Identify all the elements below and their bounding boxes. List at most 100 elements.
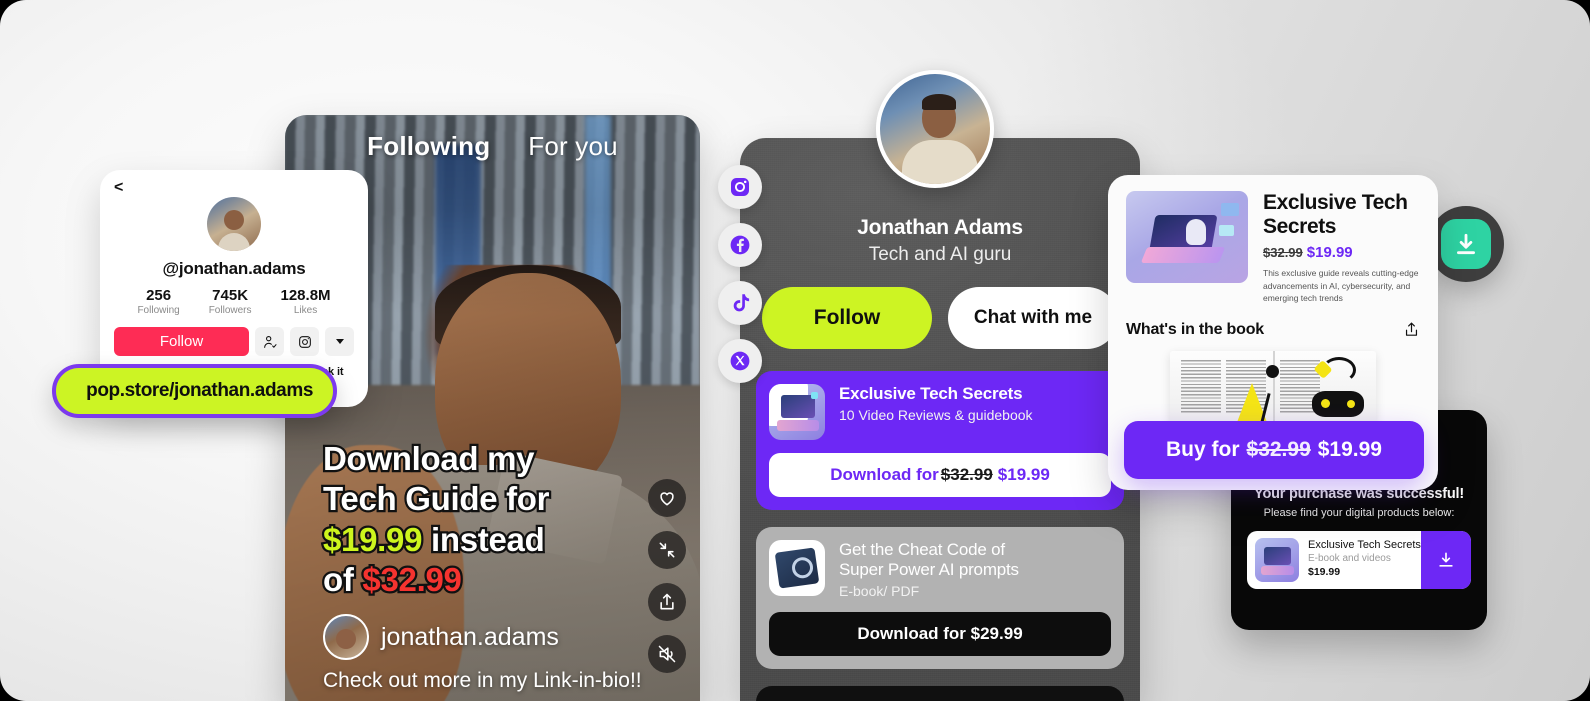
social-link-instagram[interactable] xyxy=(718,165,762,209)
product-card-cheat-code[interactable]: Get the Cheat Code of Super Power AI pro… xyxy=(756,527,1124,670)
stat-followers-value: 745K xyxy=(212,287,249,304)
product-title-line-2: Super Power AI prompts xyxy=(839,560,1019,580)
product-card-header: Get the Cheat Code of Super Power AI pro… xyxy=(769,540,1111,599)
add-friend-button[interactable] xyxy=(255,327,284,356)
purchased-item-type: E-book and videos xyxy=(1308,553,1391,564)
back-button[interactable]: < xyxy=(114,180,354,196)
purchased-item-title: Exclusive Tech Secrets xyxy=(1308,539,1421,551)
avatar xyxy=(323,614,369,660)
stat-likes-value: 128.8M xyxy=(280,287,331,304)
book-gamepad-illustration xyxy=(1312,390,1364,417)
detail-text-block: Exclusive Tech Secrets $32.99 $19.99 This… xyxy=(1263,191,1420,304)
product-subtitle: 10 Video Reviews & guidebook xyxy=(839,407,1033,424)
follow-button[interactable]: Follow xyxy=(114,327,249,356)
hub-creator-tagline: Tech and AI guru xyxy=(868,244,1012,265)
illustration-tile xyxy=(1221,203,1239,216)
profile-stats: 256 Following 745K Followers 128.8M Like… xyxy=(114,287,354,316)
purchased-item-download-button[interactable] xyxy=(1421,531,1471,589)
stat-following-value: 256 xyxy=(146,287,172,304)
profile-handle: @jonathan.adams xyxy=(162,259,306,278)
video-headline: Download my Tech Guide for $19.99 instea… xyxy=(321,438,653,600)
social-link-tiktok[interactable] xyxy=(718,281,762,325)
bio-link-url: pop.store/jonathan.adams xyxy=(86,380,313,401)
detail-section-header: What's in the book xyxy=(1126,321,1420,339)
social-links-rail xyxy=(718,165,762,383)
social-link-facebook[interactable] xyxy=(718,223,762,267)
download-badge[interactable] xyxy=(1428,206,1504,282)
video-call-card[interactable]: Let's connect on Video call xyxy=(756,686,1124,701)
tab-for-you[interactable]: For you xyxy=(528,131,618,162)
product-title: Exclusive Tech Secrets xyxy=(839,384,1023,403)
detail-description: This exclusive guide reveals cutting-edg… xyxy=(1263,268,1419,303)
product-thumbnail xyxy=(769,384,825,440)
instagram-icon xyxy=(731,178,749,196)
video-user-row[interactable]: jonathan.adams xyxy=(323,614,686,660)
detail-product-image xyxy=(1126,191,1248,283)
showcase-stage: Following For you Download my Tech Guide… xyxy=(0,0,1590,701)
book-text-column-1 xyxy=(1181,359,1221,414)
buy-button[interactable]: Buy for $32.99 $19.99 xyxy=(1124,421,1424,479)
stat-following-label: Following xyxy=(137,305,180,316)
thumbnail-base xyxy=(777,420,819,431)
tab-following[interactable]: Following xyxy=(367,131,490,162)
headline-line-2: Tech Guide for xyxy=(321,478,552,520)
chevron-down-icon xyxy=(335,339,344,344)
tiktok-icon xyxy=(733,294,750,312)
hub-follow-button[interactable]: Follow xyxy=(762,287,932,349)
detail-header: Exclusive Tech Secrets $32.99 $19.99 This… xyxy=(1126,191,1420,304)
hub-creator-name: Jonathan Adams xyxy=(857,216,1023,239)
detail-old-price: $32.99 xyxy=(1263,245,1303,261)
book-spine xyxy=(1273,350,1275,425)
profile-actions: Follow xyxy=(114,327,354,356)
product-download-button[interactable]: Download for $29.99 xyxy=(769,612,1111,657)
illustration-keyboard xyxy=(1140,247,1226,263)
cta-old-price: $32.99 xyxy=(940,465,993,484)
headline-sale-price: $19.99 xyxy=(321,518,425,560)
stat-followers: 745K Followers xyxy=(209,287,252,316)
stat-likes: 128.8M Likes xyxy=(281,287,331,316)
hub-avatar xyxy=(876,70,994,188)
purchased-item-thumbnail xyxy=(1255,538,1299,582)
share-icon[interactable] xyxy=(1403,321,1420,338)
stat-following: 256 Following xyxy=(137,287,179,316)
x-icon xyxy=(730,351,750,371)
social-link-x[interactable] xyxy=(718,339,762,383)
hub-action-buttons: Follow Chat with me xyxy=(762,287,1118,349)
illustration-robot xyxy=(1186,219,1206,245)
purchased-item-meta: Exclusive Tech Secrets E-book and videos… xyxy=(1308,531,1421,589)
purchased-item-price: $19.99 xyxy=(1308,566,1341,578)
buy-new-price: $19.99 xyxy=(1317,438,1382,461)
detail-price-row: $32.99 $19.99 xyxy=(1263,244,1420,261)
headline-line-1: Download my xyxy=(321,438,537,480)
illustration-tile-2 xyxy=(1219,225,1234,236)
video-username: jonathan.adams xyxy=(381,622,559,651)
product-card-tech-secrets[interactable]: Exclusive Tech Secrets 10 Video Reviews … xyxy=(756,371,1124,510)
detail-title: Exclusive Tech Secrets xyxy=(1263,191,1408,238)
bio-link-pill[interactable]: pop.store/jonathan.adams xyxy=(52,364,337,418)
purchased-item-row: Exclusive Tech Secrets E-book and videos… xyxy=(1247,531,1471,589)
more-options-button[interactable] xyxy=(325,327,354,356)
product-card-text: Get the Cheat Code of Super Power AI pro… xyxy=(839,540,1019,599)
video-caption-overlay: Download my Tech Guide for $19.99 instea… xyxy=(321,438,686,693)
thumbnail-screen xyxy=(781,395,815,418)
buy-old-price: $32.99 xyxy=(1246,438,1311,461)
stat-followers-label: Followers xyxy=(208,305,252,316)
product-thumbnail xyxy=(769,540,825,596)
product-card-text: Exclusive Tech Secrets 10 Video Reviews … xyxy=(839,384,1033,423)
download-badge-tile xyxy=(1441,219,1491,269)
feed-tabs: Following For you xyxy=(285,131,700,162)
buy-prefix: Buy for xyxy=(1166,438,1240,461)
success-subheading: Please find your digital products below: xyxy=(1263,507,1455,519)
cta-new-price: $19.99 xyxy=(997,465,1050,484)
product-download-button[interactable]: Download for $32.99 $19.99 xyxy=(769,453,1111,497)
book-search-icon xyxy=(774,547,820,589)
detail-section-heading: What's in the book xyxy=(1126,320,1264,338)
cta-prefix: Download for xyxy=(830,465,939,484)
hub-chat-button[interactable]: Chat with me xyxy=(948,287,1118,349)
product-card-header: Exclusive Tech Secrets 10 Video Reviews … xyxy=(769,384,1111,440)
facebook-icon xyxy=(730,235,750,255)
instagram-button[interactable] xyxy=(290,327,319,356)
detail-new-price: $19.99 xyxy=(1306,244,1353,262)
book-lamp-knob xyxy=(1266,364,1279,378)
hub-product-list: Exclusive Tech Secrets 10 Video Reviews … xyxy=(740,371,1140,701)
